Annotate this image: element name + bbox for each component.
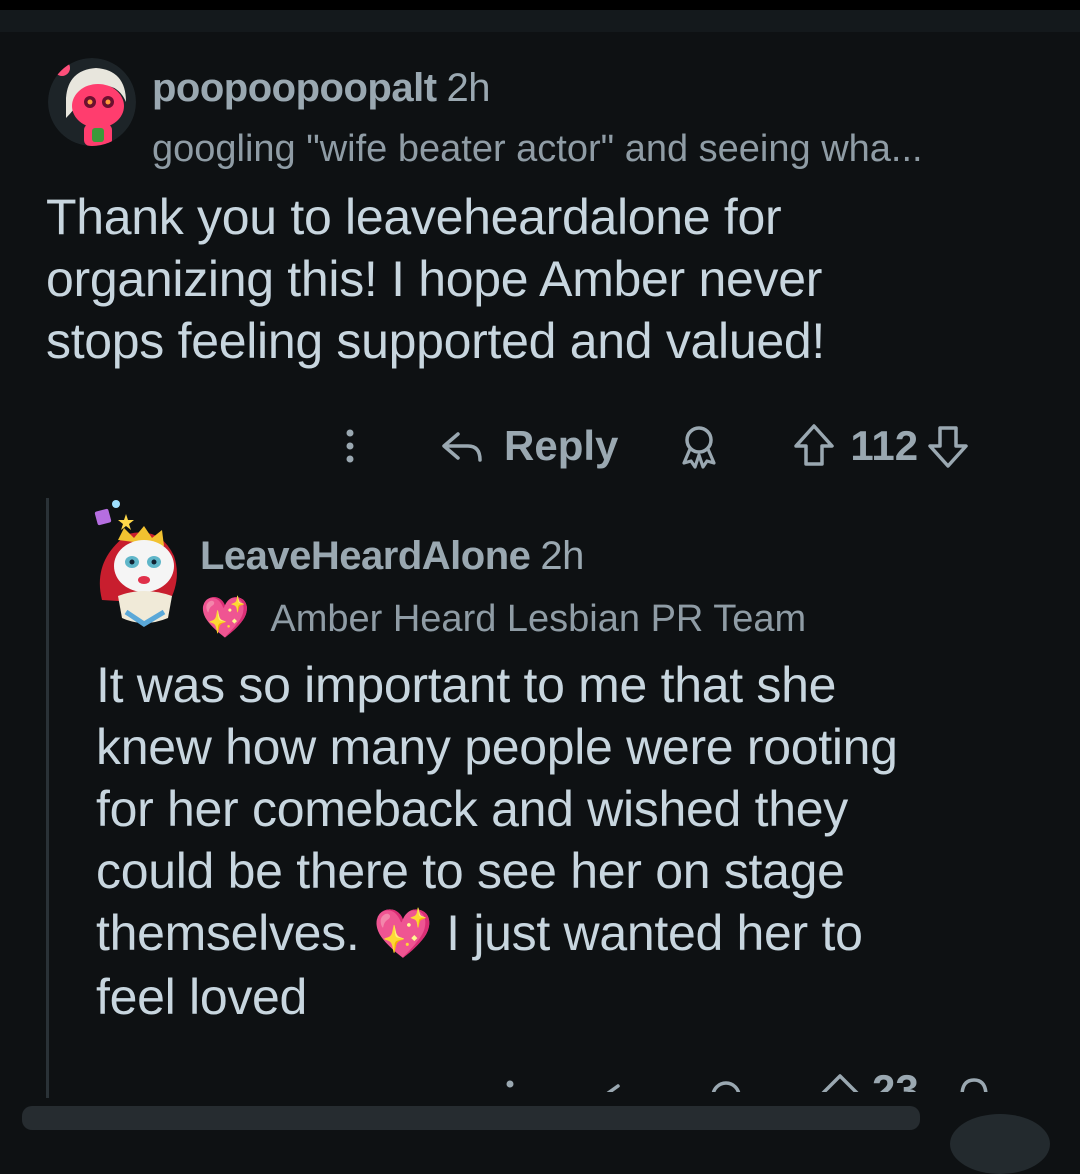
reply-button[interactable]: Reply xyxy=(438,422,618,470)
comment-text: I just wanted her to xyxy=(446,905,863,961)
comment-body: It was so important to me that she knew … xyxy=(96,654,898,1028)
award-icon xyxy=(682,426,716,469)
user-flair: googling "wife beater actor" and seeing … xyxy=(152,128,923,171)
username[interactable]: poopoopoopalt 2h xyxy=(152,66,491,111)
avatar[interactable] xyxy=(48,58,136,146)
sparkling-heart-icon: 💖 xyxy=(200,596,250,640)
status-bar xyxy=(0,0,1080,10)
avatar[interactable] xyxy=(88,500,186,628)
comment-line: themselves. 💖 I just wanted her to xyxy=(96,902,898,966)
comment-text: themselves. xyxy=(96,905,360,961)
sparkling-heart-icon: 💖 xyxy=(373,908,433,961)
comment-actions: Reply 112 xyxy=(330,418,970,474)
timestamp: 2h xyxy=(446,66,491,110)
floating-button[interactable] xyxy=(950,1114,1050,1174)
partial-vote-score: 23 xyxy=(872,1072,919,1092)
reply-label[interactable]: Reply xyxy=(504,422,618,470)
vote-score: 112 xyxy=(850,422,919,469)
username-text[interactable]: poopoopoopalt xyxy=(152,66,437,110)
comment-line: organizing this! I hope Amber never xyxy=(46,251,823,307)
downvote-arrow-icon xyxy=(928,426,968,468)
comment-line: could be there to see her on stage xyxy=(96,843,845,899)
snoo-avatar-icon xyxy=(94,500,177,627)
partial-action-icons: 23 xyxy=(506,1072,988,1092)
comment-line: feel loved xyxy=(96,969,308,1025)
comment-line: knew how many people were rooting xyxy=(96,719,898,775)
snoo-avatar-icon xyxy=(48,58,136,146)
downvote-button[interactable] xyxy=(926,422,970,470)
header-strip xyxy=(0,10,1080,32)
comment-line: It was so important to me that she xyxy=(96,657,837,713)
upvote-arrow-icon xyxy=(794,424,835,466)
reply-input-bar[interactable] xyxy=(22,1106,920,1130)
reply-arrow-icon xyxy=(442,432,482,462)
comment-line: stops feeling supported and valued! xyxy=(46,313,825,369)
comment-body: Thank you to leaveheardalone for organiz… xyxy=(46,186,825,372)
timestamp: 2h xyxy=(540,534,584,578)
award-button[interactable] xyxy=(676,423,722,469)
user-flair: 💖 Amber Heard Lesbian PR Team xyxy=(200,594,806,641)
thread-line[interactable] xyxy=(46,498,49,1098)
flair-text: googling "wife beater actor" and seeing … xyxy=(152,128,923,170)
username-text[interactable]: LeaveHeardAlone xyxy=(200,534,531,578)
comment-line: for her comeback and wished they xyxy=(96,781,848,837)
more-options-button[interactable] xyxy=(330,426,370,466)
flair-text: Amber Heard Lesbian PR Team xyxy=(270,598,807,640)
comment-line: Thank you to leaveheardalone for xyxy=(46,189,782,245)
upvote-button[interactable] xyxy=(792,422,836,470)
username[interactable]: LeaveHeardAlone 2h xyxy=(200,534,584,579)
more-vertical-icon xyxy=(346,429,354,463)
comment-actions-partial: 23 xyxy=(490,1072,1010,1092)
